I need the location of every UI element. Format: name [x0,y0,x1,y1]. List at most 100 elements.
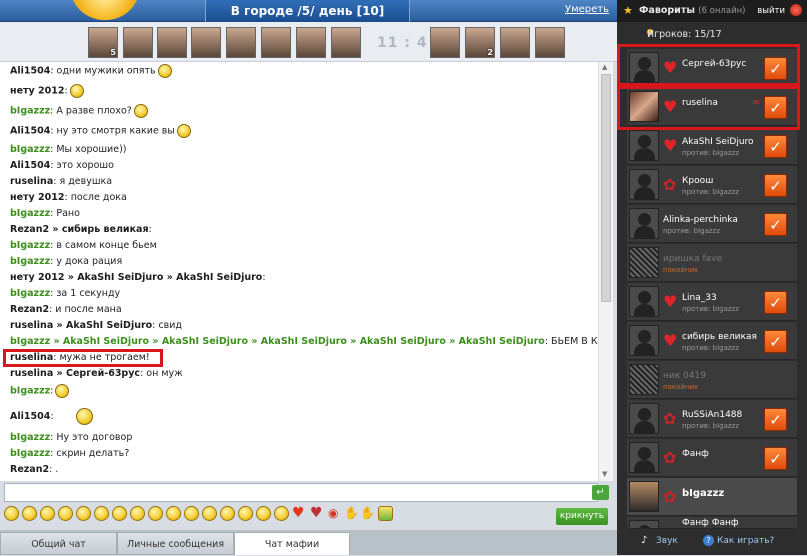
favorites-title[interactable]: Фавориты (6 онлайн) [639,5,745,16]
chat-nick[interactable]: bIgazzz » AkaShI SeiDjuro » AkaShI SeiDj… [10,336,545,347]
tab-mafia-chat[interactable]: Чат мафии [234,532,350,555]
player-row[interactable]: Alinka-perchinka против: bIgazzz ✓ [627,205,797,243]
emoji-more-icon[interactable] [378,506,393,521]
chat-nick[interactable]: bIgazzz [10,144,50,155]
chat-nick[interactable]: bIgazzz [10,240,50,251]
player-row-self[interactable]: ✿ bIgazzz [627,478,797,516]
chat-scrollbar[interactable]: ▲ ▼ [598,62,613,481]
player-row[interactable]: ник 0419 покойник [627,361,797,399]
chat-nick[interactable]: Rezan2 [10,304,49,315]
emoji-devil-icon[interactable] [238,506,253,521]
chat-nick[interactable]: bIgazzz [10,256,50,267]
player-avatar[interactable] [500,27,530,58]
emoji-cool-icon[interactable] [256,506,271,521]
player-row[interactable]: Фанф Фанф [627,517,797,529]
player-avatar[interactable]: 5 [88,27,118,58]
lips-icon[interactable]: ◉ [328,506,338,520]
exit-button[interactable]: выйти [757,6,785,16]
heart-icon[interactable]: ♥ [292,505,305,521]
chat-nick[interactable]: Rezan2 [10,464,49,475]
chat-nick[interactable]: ruselina [10,176,53,187]
player-avatar[interactable] [261,27,291,58]
thumbs-up-icon[interactable]: ✋ [344,506,359,520]
chat-line: Ali1504: одни мужики опять [10,64,172,78]
chat-nick[interactable]: ruselina » Сергей-63рус [10,368,140,379]
player-avatar[interactable] [430,27,460,58]
player-row[interactable]: ✿ Фанф ✓ [627,439,797,477]
chat-nick[interactable]: Ali1504 [10,126,50,137]
player-avatar[interactable] [331,27,361,58]
player-status: покойник [663,266,699,274]
player-row[interactable]: ✿ RuSSiAn1488 против: bIgazzz ✓ [627,400,797,438]
vote-checkbox[interactable]: ✓ [764,291,787,314]
scroll-up-icon[interactable]: ▲ [602,63,607,71]
emoji-angry-icon[interactable] [166,506,181,521]
shout-button[interactable]: крикнуть [556,508,608,525]
tab-general-chat[interactable]: Общий чат [0,532,117,555]
chat-nick[interactable]: Ali1504 [10,160,50,171]
player-row[interactable]: ♥ AkaShI SeiDjuro против: bIgazzz ✓ [627,127,797,165]
how-to-play-link[interactable]: Как играть? [717,536,774,546]
help-icon[interactable]: ? [703,535,714,546]
vote-checkbox[interactable]: ✓ [764,330,787,353]
player-avatar[interactable] [191,27,221,58]
player-avatar[interactable] [157,27,187,58]
chat-nick[interactable]: ruselina » AkaShI SeiDjuro [10,320,152,331]
player-avatar[interactable]: 2 [465,27,495,58]
send-icon[interactable]: ↵ [592,485,609,500]
chat-nick[interactable]: bIgazzz [10,448,50,459]
chat-nick[interactable]: bIgazzz [10,106,50,117]
thumbs-down-icon[interactable]: ✋ [360,506,375,520]
player-row[interactable]: ♥ Lina_33 против: bIgazzz ✓ [627,283,797,321]
vote-checkbox[interactable]: ✓ [764,447,787,470]
chat-nick[interactable]: нету 2012 [10,86,64,97]
chat-nick[interactable]: Ali1504 [10,66,50,77]
player-row[interactable]: иришка fave покойник [627,244,797,282]
emoji-confused-icon[interactable] [274,506,289,521]
chat-nick[interactable]: Ali1504 [10,411,50,422]
player-name: Фанф [682,449,709,459]
vote-checkbox[interactable]: ✓ [764,213,787,236]
emoji-surprise-icon[interactable] [148,506,163,521]
die-link[interactable]: Умереть [565,4,609,15]
emoji-smile-icon[interactable] [4,506,19,521]
broken-heart-icon[interactable]: ♥ [310,505,323,521]
emoji-neutral-icon[interactable] [202,506,217,521]
speaker-icon[interactable]: ♪ [641,535,647,546]
emoji-crazy-icon[interactable] [112,506,127,521]
vote-checkbox[interactable]: ✓ [764,408,787,431]
vote-checkbox[interactable]: ✓ [764,135,787,158]
chat-nick[interactable]: bIgazzz [10,386,50,397]
player-avatar[interactable] [123,27,153,58]
chat-tabs: Общий чат Личные сообщения Чат мафии [0,530,617,555]
vote-checkbox[interactable]: ✓ [764,174,787,197]
player-avatar[interactable] [296,27,326,58]
chat-input[interactable] [4,483,598,502]
chat-nick[interactable]: bIgazzz [10,288,50,299]
tab-private-messages[interactable]: Личные сообщения [117,532,234,555]
exit-icon[interactable] [790,4,802,16]
player-avatar[interactable] [226,27,256,58]
emoji-laugh-icon[interactable] [40,506,55,521]
sound-toggle[interactable]: Звук [656,536,678,546]
favorites-header: ★ Фавориты (6 онлайн) выйти [617,0,807,22]
emoji-grin-icon[interactable] [58,506,73,521]
player-avatar[interactable] [535,27,565,58]
chat-nick[interactable]: bIgazzz [10,432,50,443]
emoji-tongue-icon[interactable] [76,506,91,521]
player-row[interactable]: ✿ Кроош против: bIgazzz ✓ [627,166,797,204]
chat-nick[interactable]: bIgazzz [10,208,50,219]
chat-line: ruselina » AkaShI SeiDjuro: свид [10,320,182,331]
player-row[interactable]: ♥ сибирь великая против: bIgazzz ✓ [627,322,797,360]
emoji-shock-icon[interactable] [220,506,235,521]
emoji-sad-icon[interactable] [130,506,145,521]
emoji-smile-icon[interactable] [94,506,109,521]
emoji-cry-icon[interactable] [184,506,199,521]
chat-nick[interactable]: нету 2012 » AkaShI SeiDjuro » AkaShI Sei… [10,272,262,283]
scroll-down-icon[interactable]: ▼ [602,470,607,478]
emoji-wink-icon[interactable] [22,506,37,521]
scroll-thumb[interactable] [601,74,611,302]
chat-nick[interactable]: Rezan2 » сибирь великая [10,224,149,235]
chat-line: нету 2012: [10,84,84,98]
chat-nick[interactable]: нету 2012 [10,192,64,203]
